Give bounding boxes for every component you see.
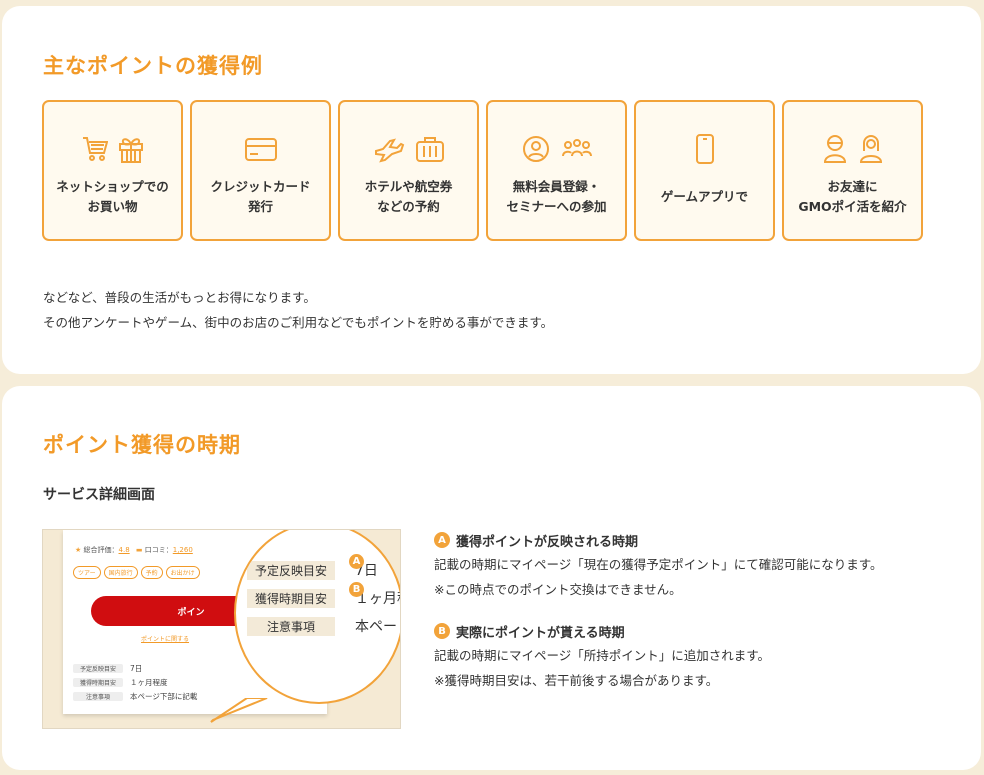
zoom-key: 獲得時期目安 bbox=[247, 588, 335, 608]
tile-label: ゲームアプリで bbox=[660, 189, 749, 204]
tile-label: クレジットカード 発行 bbox=[210, 179, 311, 214]
row-value: 本ページ下部に記載 bbox=[130, 691, 198, 701]
badge-b: B bbox=[434, 623, 450, 639]
row-key: 予定反映目安 bbox=[73, 663, 123, 673]
review-value: 1,260 bbox=[172, 546, 193, 554]
tile-credit-card[interactable]: クレジットカード 発行 bbox=[190, 100, 331, 241]
points-info-link: ポイントに関する bbox=[141, 636, 190, 643]
zoom-top-text: 小 bbox=[366, 530, 377, 543]
note-b: B 実際にポイントが貰える時期 記載の時期にマイページ「所持ポイント」に追加され… bbox=[434, 619, 944, 693]
zoom-key: 注意事項 bbox=[247, 616, 335, 636]
row-key: 獲得時期目安 bbox=[73, 677, 123, 687]
earning-examples-card: 主なポイントの獲得例 ネットショップでの お買い物 クレジットカード 発行 ホテ… bbox=[2, 6, 981, 374]
user-circle-icon bbox=[522, 136, 549, 162]
tile-net-shopping[interactable]: ネットショップでの お買い物 bbox=[42, 100, 183, 241]
tag: ツアー bbox=[73, 566, 101, 579]
tile-invite-friend[interactable]: お友達に GMOポイ活を紹介 bbox=[782, 100, 923, 241]
note-title: B 実際にポイントが貰える時期 bbox=[434, 619, 944, 643]
section-heading: 主なポイントの獲得例 bbox=[43, 54, 263, 78]
comment-icon: ▬ bbox=[135, 546, 143, 554]
note-body: 記載の時期にマイページ「現在の獲得予定ポイント」にて確認可能になります。 ※この… bbox=[434, 557, 883, 597]
person-icon bbox=[859, 135, 882, 163]
note-body: 記載の時期にマイページ「所持ポイント」に追加されます。 ※獲得時期目安は、若干前… bbox=[434, 648, 771, 688]
tile-label: ホテルや航空券 などの予約 bbox=[364, 179, 453, 214]
tile-label: ネットショップでの お買い物 bbox=[56, 179, 169, 214]
detail-row: 獲得時期目安 １ヶ月程度 bbox=[73, 675, 197, 689]
review-label: 口コミ： bbox=[144, 546, 173, 554]
tag: お出かけ bbox=[165, 566, 200, 579]
zoom-row: 注意事項 本ペー bbox=[247, 616, 397, 636]
badge-b: B bbox=[349, 582, 364, 597]
rating-label: 総合評価： bbox=[83, 546, 119, 554]
airplane-icon bbox=[374, 138, 404, 163]
note-title-text: 獲得ポイントが反映される時期 bbox=[456, 534, 639, 550]
zoom-value: 本ペー bbox=[355, 619, 397, 635]
tile-label: 無料会員登録・ セミナーへの参加 bbox=[506, 179, 607, 214]
smartphone-icon bbox=[695, 134, 714, 164]
earning-description: などなど、普段の生活がもっとお得になります。 その他アンケートやゲーム、街中のお… bbox=[43, 290, 554, 330]
zoom-magnifier: 小 予定反映目安 7日 A 獲得時期目安 １ヶ月程 B 注意事項 本ペー bbox=[234, 530, 400, 704]
tile-hotel-flight[interactable]: ホテルや航空券 などの予約 bbox=[338, 100, 479, 241]
earning-tiles: ネットショップでの お買い物 クレジットカード 発行 ホテルや航空券 などの予約 bbox=[42, 100, 923, 241]
row-value: 7日 bbox=[130, 663, 143, 673]
tile-game-app[interactable]: ゲームアプリで bbox=[634, 100, 775, 241]
earning-timing-card: ポイント獲得の時期 サービス詳細画面 ★ 総合評価：4.8 ▬ 口コミ：1,26… bbox=[2, 386, 981, 770]
credit-card-icon bbox=[244, 138, 277, 161]
tag: 国内旅行 bbox=[103, 566, 138, 579]
service-detail-subtitle: サービス詳細画面 bbox=[43, 487, 155, 503]
zoom-key: 予定反映目安 bbox=[247, 560, 335, 580]
badge-a: A bbox=[349, 554, 364, 569]
suitcase-icon bbox=[415, 137, 444, 162]
detail-row: 注意事項 本ページ下部に記載 bbox=[73, 689, 197, 703]
rating-line: ★ 総合評価：4.8 ▬ 口コミ：1,260 bbox=[75, 545, 193, 555]
detail-rows: 予定反映目安 7日 獲得時期目安 １ヶ月程度 注意事項 本ページ下部に記載 bbox=[73, 661, 197, 703]
timing-notes: A 獲得ポイントが反映される時期 記載の時期にマイページ「現在の獲得予定ポイント… bbox=[434, 528, 944, 710]
section-heading: ポイント獲得の時期 bbox=[43, 433, 241, 457]
badge-a: A bbox=[434, 532, 450, 548]
row-value: １ヶ月程度 bbox=[130, 677, 168, 687]
service-detail-screenshot: ★ 総合評価：4.8 ▬ 口コミ：1,260 ツアー 国内旅行 予約 お出かけ … bbox=[42, 529, 401, 729]
gift-icon bbox=[118, 138, 143, 163]
zoom-pointer bbox=[210, 698, 268, 723]
rating-value: 4.8 bbox=[118, 546, 130, 554]
star-icon: ★ bbox=[75, 546, 82, 554]
tile-label: お友達に GMOポイ活を紹介 bbox=[798, 179, 907, 214]
tag-list: ツアー 国内旅行 予約 お出かけ bbox=[73, 566, 200, 579]
note-title-text: 実際にポイントが貰える時期 bbox=[456, 625, 625, 641]
tile-membership-seminar[interactable]: 無料会員登録・ セミナーへの参加 bbox=[486, 100, 627, 241]
person-icon bbox=[823, 135, 846, 163]
note-title: A 獲得ポイントが反映される時期 bbox=[434, 528, 944, 552]
tag: 予約 bbox=[140, 566, 163, 579]
note-a: A 獲得ポイントが反映される時期 記載の時期にマイページ「現在の獲得予定ポイント… bbox=[434, 528, 944, 602]
cart-icon bbox=[82, 137, 108, 161]
group-icon bbox=[561, 139, 592, 157]
row-key: 注意事項 bbox=[73, 691, 123, 701]
detail-row: 予定反映目安 7日 bbox=[73, 661, 197, 675]
zoom-row: 獲得時期目安 １ヶ月程 bbox=[247, 588, 400, 608]
